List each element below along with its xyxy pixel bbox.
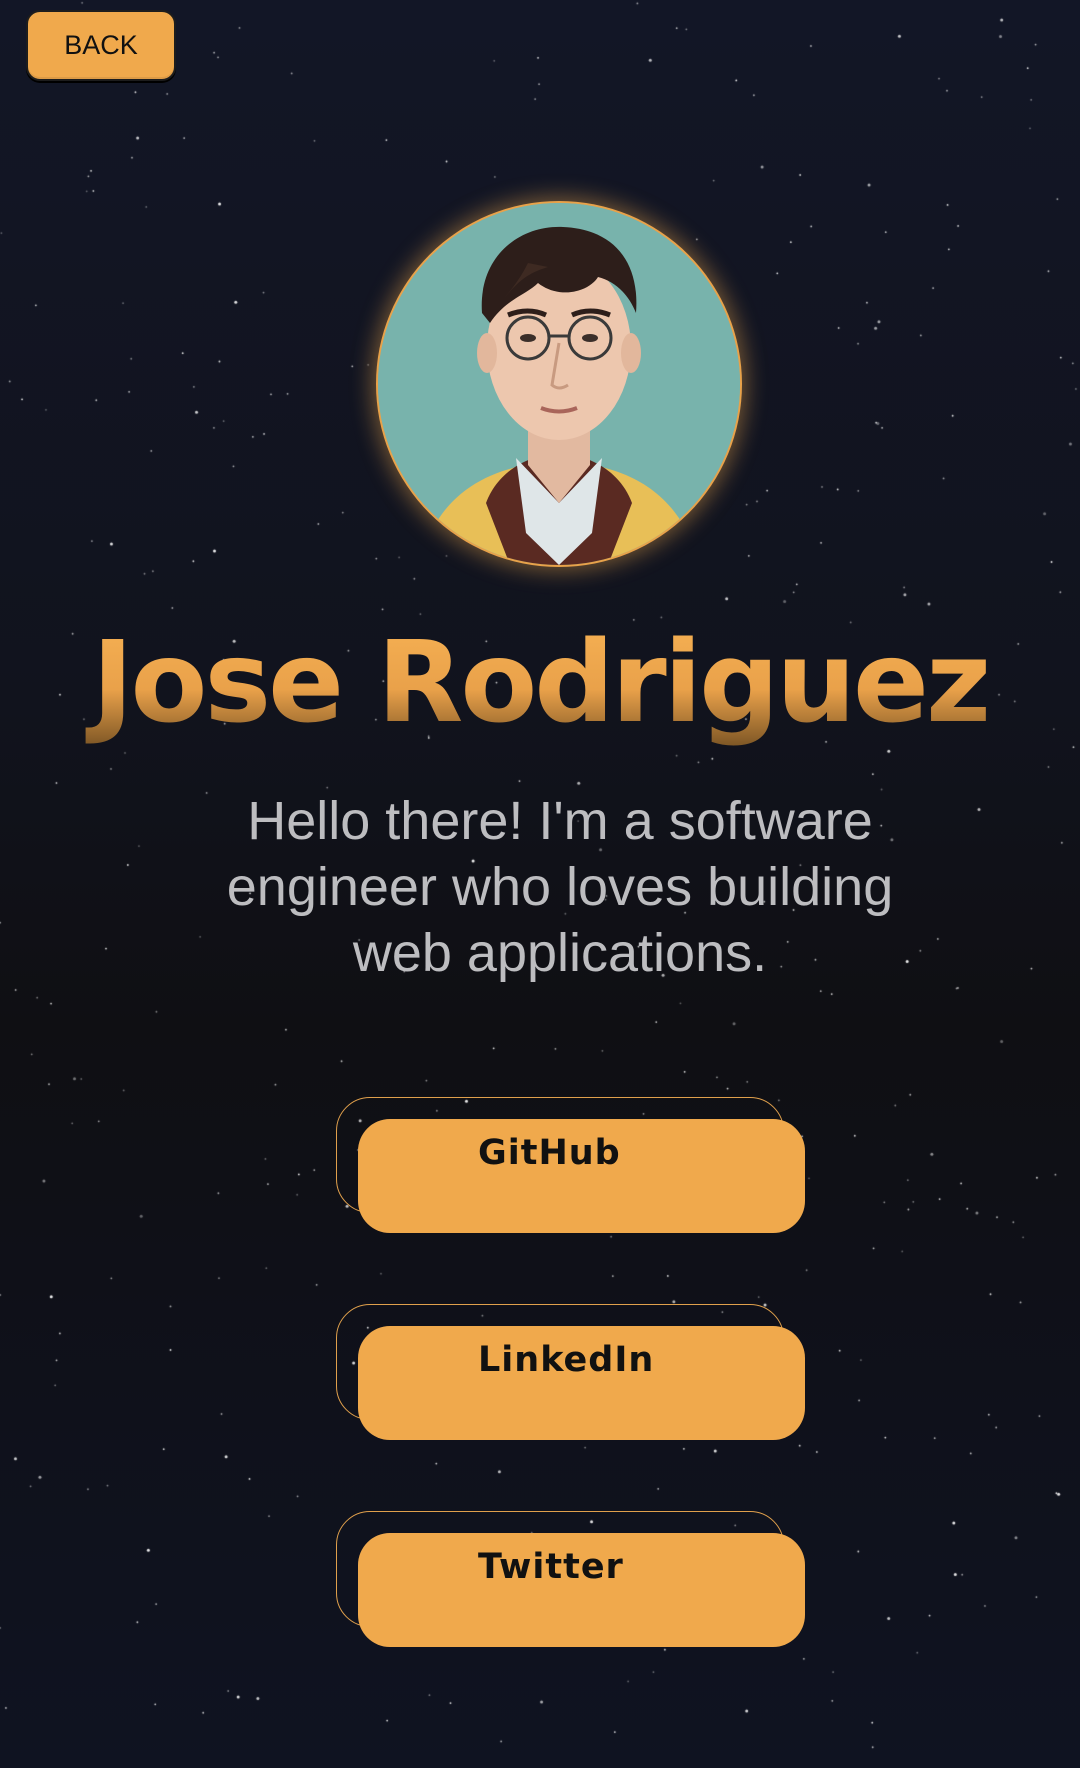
linkedin-link-button[interactable]: LinkedIn [358,1326,805,1440]
portrait-avatar-icon [378,203,740,565]
profile-name: Jose Rodriguez [0,618,1080,748]
link-item-linkedin: LinkedIn [336,1304,806,1444]
twitter-link-button[interactable]: Twitter [358,1533,805,1647]
link-item-twitter: Twitter [336,1511,806,1651]
profile-avatar [378,203,740,565]
link-item-github: GitHub [336,1097,806,1237]
profile-bio: Hello there! I'm a software engineer who… [226,791,894,983]
github-link-button[interactable]: GitHub [358,1119,805,1233]
back-button[interactable]: BACK [26,10,176,81]
